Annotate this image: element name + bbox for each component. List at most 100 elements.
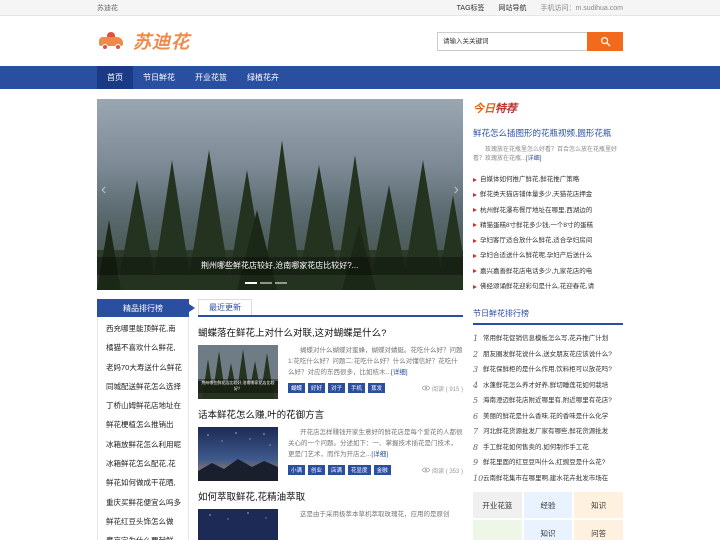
header: 苏迪花 <box>97 16 623 66</box>
tag[interactable]: 好好 <box>308 383 326 393</box>
site-name[interactable]: 苏迪花 <box>97 3 118 13</box>
recommend-item[interactable]: 嘉兴嘉善鲜花店电话多少,九家花店的电 <box>473 264 623 279</box>
rank-item[interactable]: 鲜花红豆头饰怎么做 <box>106 512 188 531</box>
rank-item[interactable]: 同城配送鲜花怎么选择 <box>106 377 188 396</box>
today-recommend-header: 今日特荐 <box>473 99 623 117</box>
tag[interactable]: 店满 <box>328 465 346 475</box>
rank-item[interactable]: 丁桥山姆鲜花店地址在 <box>106 396 188 415</box>
category-cell[interactable]: 问答 <box>574 520 623 540</box>
festival-rank-item[interactable]: 6 美丽的鲜花是什么香味,花的香味是什么化学 <box>473 409 623 425</box>
festival-rank-item[interactable]: 5 海南澄迈鲜花店附近哪里有,附近哪里有花店? <box>473 393 623 409</box>
tab-latest[interactable]: 最近更新 <box>198 299 252 315</box>
article-title[interactable]: 蝴蝶落在鲜花上对什么对联,这对蝴蝶是什么? <box>198 325 463 339</box>
tag[interactable]: 花显度 <box>348 465 371 475</box>
rank-item[interactable]: 鲜花如何做成干花晒, <box>106 473 188 492</box>
festival-rank-item[interactable]: 2 朋友圈发鲜花说什么,送女朋友花应该说什么? <box>473 347 623 363</box>
festival-rank-item[interactable]: 3 鲜花保鲜柜的是什么作用,饮料柜可以放花吗? <box>473 362 623 378</box>
recommend-item[interactable]: 佛经颂诵鲜花迎彩句是什么,花迎春花,请 <box>473 279 623 294</box>
detail-link[interactable]: [详细] <box>371 451 388 458</box>
mobile-link[interactable]: 手机访问：m.sudihua.com <box>541 3 623 13</box>
tag[interactable]: 对子 <box>328 383 346 393</box>
festival-rank-item[interactable]: 7 河北鲜花货源批发厂家有哪些,鲜花货源批发 <box>473 424 623 440</box>
nav-home[interactable]: 首页 <box>97 66 133 89</box>
nav-festival-flowers[interactable]: 节日鲜花 <box>133 66 185 89</box>
rank-item[interactable]: 重庆买鲜花便宜么吗多 <box>106 493 188 512</box>
recommend-item[interactable]: 鲜花类天猫店铺体量多少,天猫花店押金 <box>473 187 623 202</box>
category-cell[interactable]: 开业花篮 <box>473 492 522 519</box>
festival-rank-item[interactable]: 8 手工鲜花如何售卖的,如何制作手工花 <box>473 440 623 456</box>
view-count: 阅读 ( 353 ) <box>422 466 463 475</box>
logo[interactable]: 苏迪花 <box>97 28 190 54</box>
article-title[interactable]: 话本鲜花怎么赚,叶的花御方言 <box>198 407 463 421</box>
festival-rank-item[interactable]: 10 云南鲜花集市在哪里啊,建水花卉批发市场在 <box>473 471 623 487</box>
recommend-item[interactable]: 杭州鲜花瀑布餐厅地址在哪里,西湖边的 <box>473 203 623 218</box>
lower-section: 精品排行榜 西充哪里能顶鲜花,南 橘猫不喜欢什么鲜花, 老妈70大寿送什么鲜花 … <box>97 299 463 540</box>
category-grid: 开业花篮 经验 知识 知识 问答 <box>473 492 623 540</box>
category-cell[interactable]: 知识 <box>574 492 623 519</box>
rank-item[interactable]: 老妈70大寿送什么鲜花 <box>106 358 188 377</box>
search-button[interactable] <box>587 31 623 51</box>
article-summary: 这是由于采用极萃本草机萃取玫瑰花，应用的是原创 <box>300 511 450 518</box>
article-item: 如何萃取鲜花,花精油萃取 这是由于采用极萃本草机萃取玫瑰花，应用的是原创 <box>198 489 463 540</box>
tag[interactable]: 创业 <box>308 465 326 475</box>
slide-dots <box>245 282 287 284</box>
tag[interactable]: 蝴蝶 <box>288 383 306 393</box>
detail-link[interactable]: [详细] <box>391 369 408 376</box>
article-summary: 蝴蝶对什么蝴蝶对蜜蜂，蝴蝶对蜻蜓。花吃什么好？问题1:花吃什么好？问题二:花吃什… <box>288 347 463 376</box>
tag[interactable]: 金融 <box>373 465 391 475</box>
top-bar: 苏迪花 TAG标签 网站导航 手机访问：m.sudihua.com <box>0 0 720 16</box>
featured-desc: 玫瑰放在花瓶里怎么好看？百合怎么放在花瓶里好看？玫瑰放在花瓶...[详细] <box>473 147 618 162</box>
tag[interactable]: 小满 <box>288 465 306 475</box>
eye-icon <box>422 467 430 473</box>
rank-item[interactable]: 鲜花梗植怎么推销出 <box>106 415 188 434</box>
festival-rank-title: 节日鲜花排行榜 <box>473 308 623 326</box>
festival-rank-item[interactable]: 4 水蓬鲜花怎么养才好养,鲜切睡莲花如何栽培 <box>473 378 623 394</box>
today-recommend-logo: 今日特荐 <box>473 102 517 115</box>
article-item: 蝴蝶落在鲜花上对什么对联,这对蝴蝶是什么? 荆州哪些鲜花店比较好,沧南哪家花店比… <box>198 325 463 399</box>
banner-caption[interactable]: 荆州哪些鲜花店较好,沧南哪家花店比较好?... <box>97 257 463 275</box>
festival-rank-item[interactable]: 9 鲜花里面的红豆豆叫什么,红豌豆是什么花? <box>473 455 623 471</box>
category-cell[interactable] <box>473 520 522 540</box>
site-nav-link[interactable]: 网站导航 <box>499 3 527 13</box>
view-count: 阅读 ( 915 ) <box>422 384 463 393</box>
article-thumbnail[interactable] <box>198 427 278 481</box>
article-summary: 开花店怎样赚钱开家生意好的鲜花店是每个爱花的人都很关心的一个问题。分述如下：一、… <box>288 429 463 458</box>
rank-item[interactable]: 冰箱放鲜花怎么利用呢 <box>106 435 188 454</box>
festival-rank-list: 1 常用鲜花促销信息模板怎么写,花卉推广计划 2 朋友圈发鲜花说什么,送女朋友花应该… <box>473 331 623 486</box>
recommend-item[interactable]: 孕妇客厅适合放什么鲜花,适合孕妇房间 <box>473 233 623 248</box>
festival-rank-item[interactable]: 1 常用鲜花促销信息模板怎么写,花卉推广计划 <box>473 331 623 347</box>
article-thumbnail[interactable]: 荆州哪些鲜花店比较好,沧南哪家花店比较好？ <box>198 345 278 399</box>
recommend-item[interactable]: 孕妇合适送什么鲜花呢,孕妇产后送什么 <box>473 248 623 263</box>
article-thumbnail[interactable] <box>198 509 278 540</box>
top-links: TAG标签 网站导航 手机访问：m.sudihua.com <box>457 3 623 13</box>
thumb-caption: 荆州哪些鲜花店比较好,沧南哪家花店比较好？ <box>198 379 278 393</box>
search-input[interactable] <box>437 31 587 51</box>
search-box <box>437 31 623 51</box>
article-tags: 蝴蝶 好好 对子 手机 蕉发 <box>288 383 386 393</box>
prev-slide-icon[interactable]: ‹ <box>101 181 106 199</box>
eye-icon <box>422 385 430 391</box>
category-cell[interactable]: 知识 <box>523 520 573 540</box>
rank-item[interactable]: 冰箱鲜花怎么配花,花 <box>106 454 188 473</box>
slide-dot[interactable] <box>245 282 257 284</box>
nav-opening-baskets[interactable]: 开业花篮 <box>185 66 237 89</box>
slide-dot[interactable] <box>260 282 272 284</box>
search-icon <box>600 36 610 46</box>
featured-title[interactable]: 鲜花怎么插图形的花瓶视频,圆形花瓶 <box>473 127 623 139</box>
latest-updates: 最近更新 蝴蝶落在鲜花上对什么对联,这对蝴蝶是什么? 荆州哪些鲜花店比较好,沧南… <box>198 299 463 540</box>
next-slide-icon[interactable]: › <box>454 181 459 199</box>
rank-item[interactable]: 鹰京宗为什么要献鲜 <box>106 531 188 540</box>
featured-detail-link[interactable]: [详细] <box>526 156 541 162</box>
rank-item[interactable]: 橘猫不喜欢什么鲜花, <box>106 338 188 357</box>
tag[interactable]: 手机 <box>348 383 366 393</box>
tag-link[interactable]: TAG标签 <box>457 3 485 13</box>
recommend-item[interactable]: 精猫蛋糕8寸鲜花多少钱,一个8寸的蛋糕 <box>473 218 623 233</box>
category-cell[interactable]: 经验 <box>523 492 573 519</box>
tag[interactable]: 蕉发 <box>368 383 386 393</box>
slide-dot[interactable] <box>275 282 287 284</box>
recommend-item[interactable]: 自媒体如何推广鲜花,鲜花推广策略 <box>473 172 623 187</box>
nav-green-plants[interactable]: 绿植花卉 <box>237 66 289 89</box>
banner-slider[interactable]: ‹ › 荆州哪些鲜花店较好,沧南哪家花店比较好?... <box>97 99 463 290</box>
article-title[interactable]: 如何萃取鲜花,花精油萃取 <box>198 489 463 503</box>
rank-item[interactable]: 西充哪里能顶鲜花,南 <box>106 319 188 338</box>
